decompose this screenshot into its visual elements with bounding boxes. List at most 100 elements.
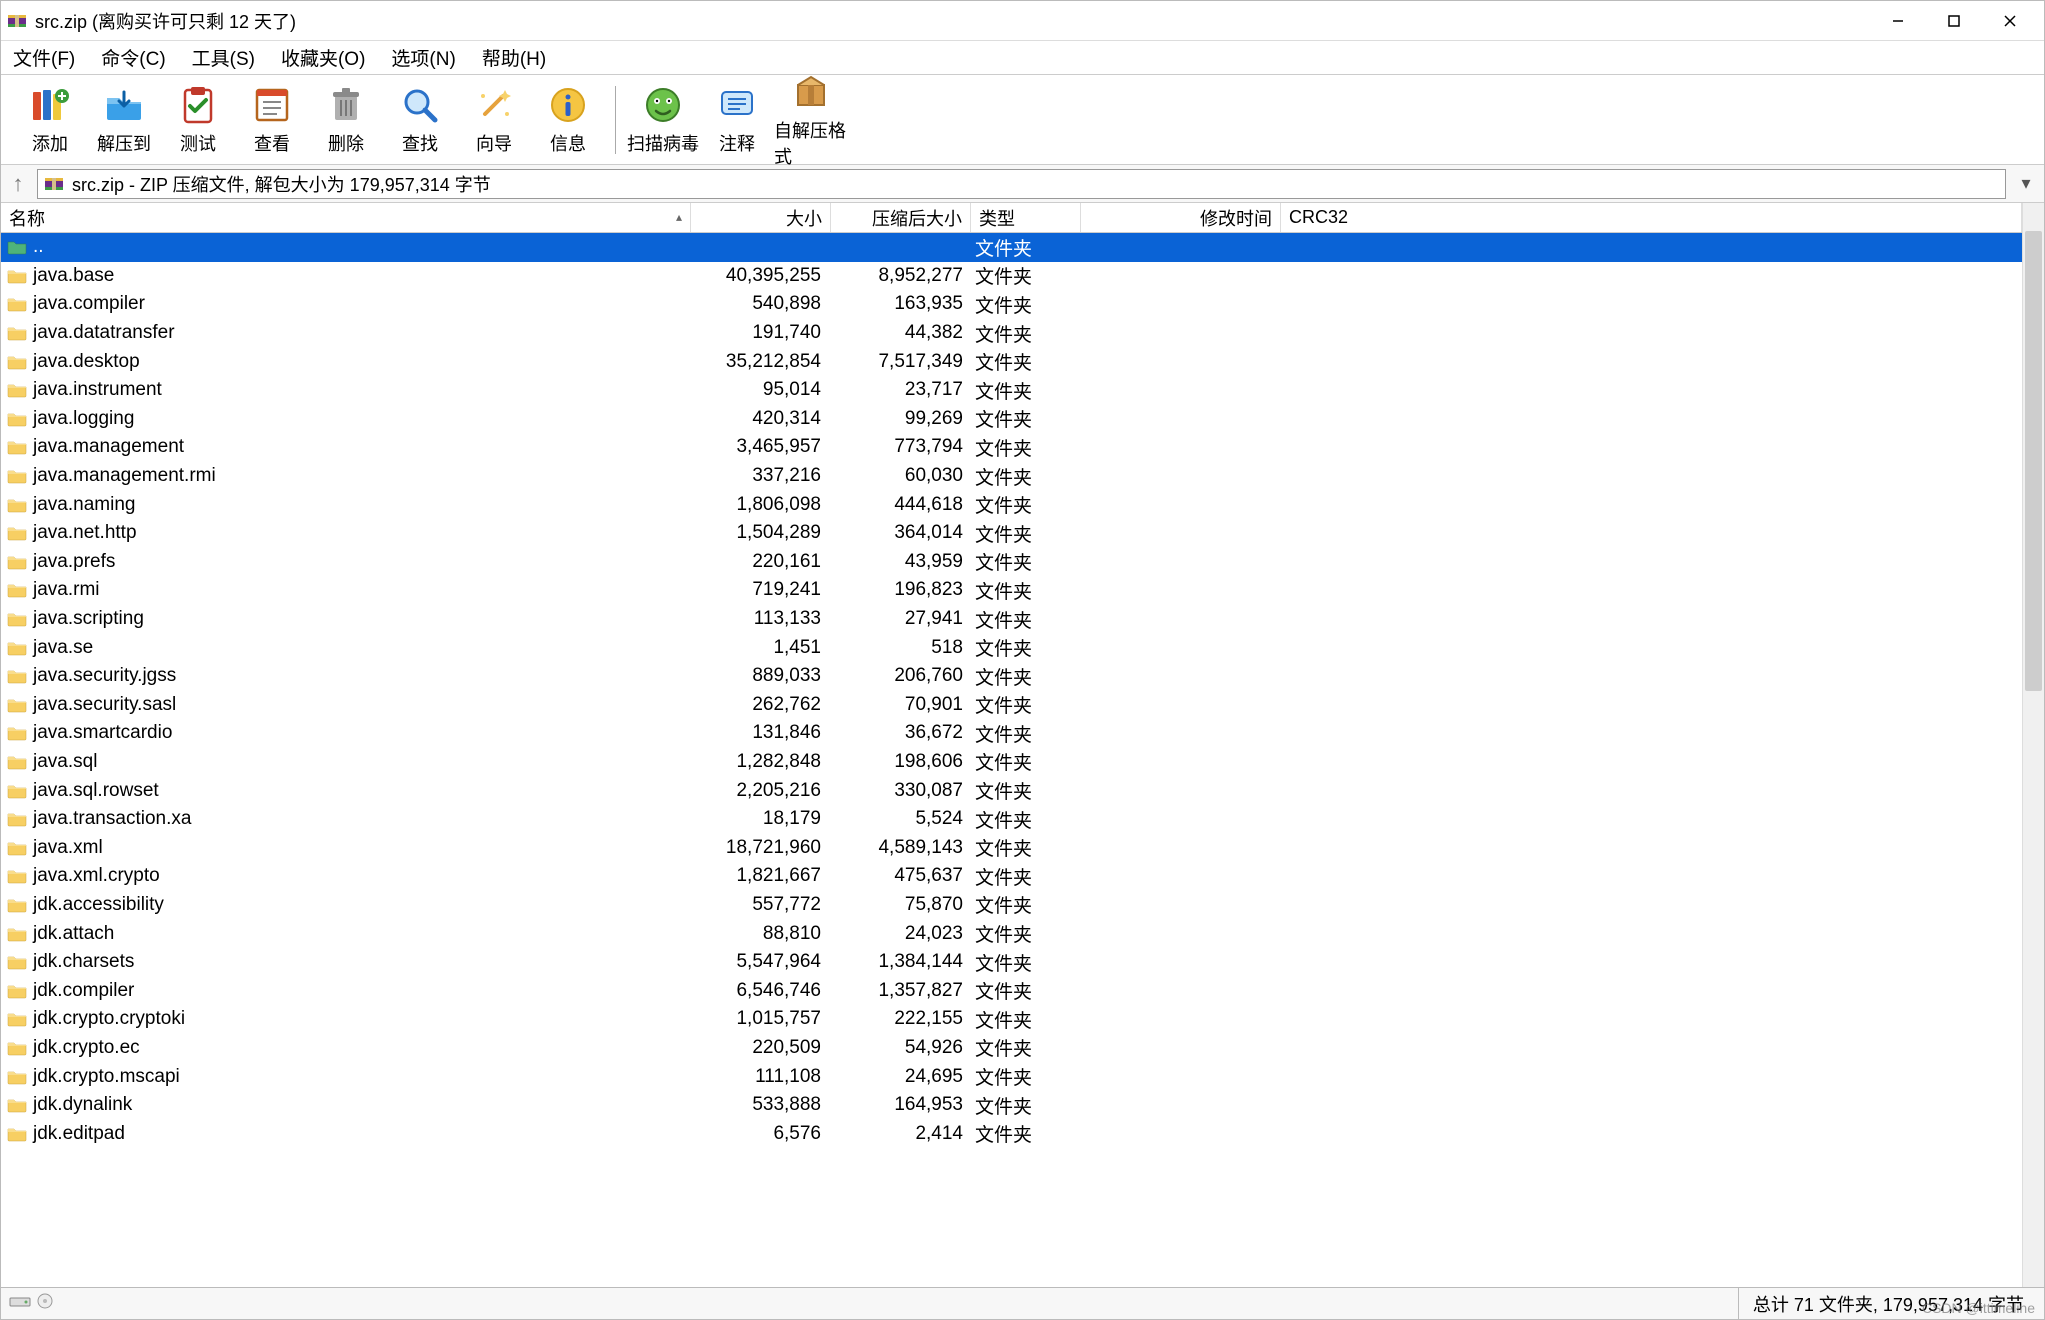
table-row[interactable]: java.desktop35,212,8547,517,349文件夹 [1,347,2022,376]
table-row[interactable]: java.xml.crypto1,821,667475,637文件夹 [1,862,2022,891]
table-row[interactable]: jdk.charsets5,547,9641,384,144文件夹 [1,948,2022,977]
table-row[interactable]: jdk.attach88,81024,023文件夹 [1,919,2022,948]
table-row[interactable]: java.logging420,31499,269文件夹 [1,405,2022,434]
info-icon [547,84,589,126]
book-view-icon [251,84,293,126]
table-row[interactable]: java.net.http1,504,289364,014文件夹 [1,519,2022,548]
table-row[interactable]: jdk.dynalink533,888164,953文件夹 [1,1091,2022,1120]
header-type[interactable]: 类型 [971,203,1081,232]
row-size: 220,509 [691,1037,831,1059]
column-headers: 名称 ▴ 大小 压缩后大小 类型 修改时间 CRC32 [1,203,2022,233]
up-arrow-button[interactable]: ↑ [7,171,29,197]
menu-favorites[interactable]: 收藏夹(O) [277,42,369,73]
info-label: 信息 [550,130,586,156]
delete-label: 删除 [328,130,364,156]
row-size: 540,898 [691,293,831,315]
add-button[interactable]: 添加 [13,78,87,162]
table-row[interactable]: java.scripting113,13327,941文件夹 [1,605,2022,634]
folder-icon [7,1096,27,1114]
folder-icon [7,467,27,485]
delete-button[interactable]: 删除 [309,78,383,162]
row-name: java.prefs [33,551,115,573]
view-button[interactable]: 查看 [235,78,309,162]
header-mtime[interactable]: 修改时间 [1081,203,1281,232]
table-row[interactable]: jdk.compiler6,546,7461,357,827文件夹 [1,976,2022,1005]
find-button[interactable]: 查找 [383,78,457,162]
table-row[interactable]: java.compiler540,898163,935文件夹 [1,290,2022,319]
titlebar: src.zip (离购买许可只剩 12 天了) [1,1,2044,41]
comment-button[interactable]: 注释 [700,78,774,162]
table-row[interactable]: jdk.crypto.cryptoki1,015,757222,155文件夹 [1,1005,2022,1034]
drive-icon [9,1293,31,1314]
table-row[interactable]: java.security.sasl262,76270,901文件夹 [1,691,2022,720]
sfx-button[interactable]: 自解压格式 [774,78,848,162]
path-input[interactable]: src.zip - ZIP 压缩文件, 解包大小为 179,957,314 字节 [37,169,2006,199]
menu-file[interactable]: 文件(F) [9,42,79,73]
path-dropdown-button[interactable]: ▾ [2014,173,2038,194]
table-row[interactable]: java.xml18,721,9604,589,143文件夹 [1,833,2022,862]
table-row[interactable]: java.management3,465,957773,794文件夹 [1,433,2022,462]
header-name[interactable]: 名称 ▴ [1,203,691,232]
table-row[interactable]: jdk.editpad6,5762,414文件夹 [1,1119,2022,1148]
row-size: 35,212,854 [691,351,831,373]
table-row[interactable]: java.instrument95,01423,717文件夹 [1,376,2022,405]
scrollbar-thumb[interactable] [2025,231,2042,691]
table-row[interactable]: java.smartcardio131,84636,672文件夹 [1,719,2022,748]
scan-virus-button[interactable]: 扫描病毒 [626,78,700,162]
folder-icon [7,667,27,685]
extract-to-button[interactable]: 解压到 [87,78,161,162]
archive-icon [44,174,64,194]
table-row[interactable]: java.security.jgss889,033206,760文件夹 [1,662,2022,691]
row-name: java.logging [33,408,134,430]
close-button[interactable] [1982,1,2038,41]
table-row[interactable]: java.sql.rowset2,205,216330,087文件夹 [1,776,2022,805]
row-packed: 7,517,349 [831,351,971,373]
table-row[interactable]: java.base40,395,2558,952,277文件夹 [1,262,2022,291]
table-row[interactable]: java.datatransfer191,74044,382文件夹 [1,319,2022,348]
header-crc[interactable]: CRC32 [1281,203,2022,232]
folder-icon [7,839,27,857]
table-row[interactable]: jdk.accessibility557,77275,870文件夹 [1,891,2022,920]
table-row[interactable]: jdk.crypto.ec220,50954,926文件夹 [1,1034,2022,1063]
row-name: jdk.crypto.mscapi [33,1066,180,1088]
folder-icon [7,639,27,657]
folder-icon [7,496,27,514]
table-row[interactable]: java.naming1,806,098444,618文件夹 [1,490,2022,519]
table-row[interactable]: ..文件夹 [1,233,2022,262]
row-size: 40,395,255 [691,265,831,287]
row-packed: 70,901 [831,694,971,716]
header-packed[interactable]: 压缩后大小 [831,203,971,232]
maximize-button[interactable] [1926,1,1982,41]
table-row[interactable]: java.prefs220,16143,959文件夹 [1,548,2022,577]
minimize-button[interactable] [1870,1,1926,41]
row-name: java.management.rmi [33,465,216,487]
table-row[interactable]: java.management.rmi337,21660,030文件夹 [1,462,2022,491]
row-type: 文件夹 [971,977,1081,1004]
trash-icon [325,84,367,126]
test-button[interactable]: 测试 [161,78,235,162]
menu-tools[interactable]: 工具(S) [188,42,259,73]
table-row[interactable]: java.sql1,282,848198,606文件夹 [1,748,2022,777]
table-row[interactable]: java.rmi719,241196,823文件夹 [1,576,2022,605]
menu-help[interactable]: 帮助(H) [478,42,550,73]
row-size: 3,465,957 [691,436,831,458]
menu-options[interactable]: 选项(N) [387,42,459,73]
vertical-scrollbar[interactable] [2022,203,2044,1287]
row-size: 88,810 [691,923,831,945]
row-packed: 444,618 [831,494,971,516]
row-packed: 206,760 [831,665,971,687]
wizard-button[interactable]: 向导 [457,78,531,162]
header-size[interactable]: 大小 [691,203,831,232]
toolbar-separator [615,86,616,154]
row-name: java.security.jgss [33,665,176,687]
statusbar-summary: 总计 71 文件夹, 179,957,314 字节 [1739,1291,2044,1317]
table-row[interactable]: java.se1,451518文件夹 [1,633,2022,662]
folder-icon [7,1125,27,1143]
row-type: 文件夹 [971,1006,1081,1033]
table-row[interactable]: jdk.crypto.mscapi111,10824,695文件夹 [1,1062,2022,1091]
row-size: 1,015,757 [691,1008,831,1030]
rows-container: ..文件夹java.base40,395,2558,952,277文件夹java… [1,233,2022,1287]
info-button[interactable]: 信息 [531,78,605,162]
menu-command[interactable]: 命令(C) [97,42,169,73]
table-row[interactable]: java.transaction.xa18,1795,524文件夹 [1,805,2022,834]
